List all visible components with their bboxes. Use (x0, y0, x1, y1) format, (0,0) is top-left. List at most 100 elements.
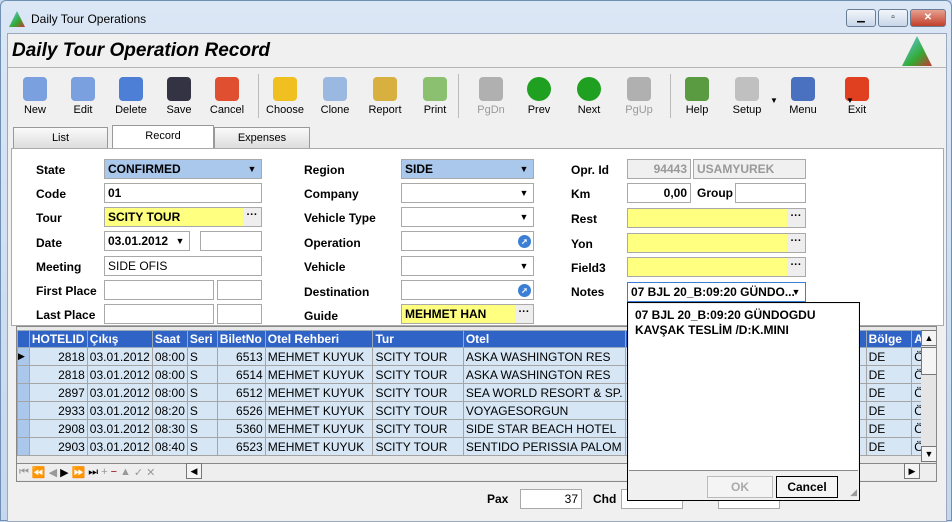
pgup-button[interactable]: PgUp (616, 74, 662, 122)
row-indicator[interactable] (17, 383, 30, 402)
grid-cell[interactable]: SCITY TOUR (372, 365, 464, 384)
grid-cell[interactable]: SENTIDO PERISSIA PALOM (462, 437, 626, 456)
menu-dropdown-icon[interactable]: ▼ (846, 96, 854, 105)
grid-cell[interactable]: DE (865, 383, 913, 402)
grid-cell[interactable]: 6526 (216, 401, 266, 420)
guide-input[interactable]: MEHMET HAN ··· (401, 304, 534, 324)
new-button[interactable]: New (12, 74, 58, 122)
navigator-button[interactable]: ▲ (120, 466, 131, 478)
prev-button[interactable]: Prev (516, 74, 562, 122)
report-button[interactable]: Report (362, 74, 408, 122)
pax-field[interactable]: 37 (520, 489, 582, 509)
grid-cell[interactable]: MEHMET KUYUK (264, 437, 374, 456)
tab-list[interactable]: List (13, 127, 108, 149)
date-picker[interactable]: 03.01.2012 ▼ (104, 231, 190, 251)
close-button[interactable]: ✕ (910, 9, 946, 27)
row-indicator[interactable] (17, 401, 30, 420)
ellipsis-button[interactable]: ··· (787, 258, 805, 276)
save-button[interactable]: Save (156, 74, 202, 122)
setup-button[interactable]: Setup (724, 74, 770, 122)
maximize-button[interactable]: ▫ (878, 9, 908, 27)
grid-cell[interactable]: S (186, 401, 218, 420)
grid-cell[interactable]: 2818 (28, 365, 88, 384)
help-button[interactable]: Help (674, 74, 720, 122)
navigator-button[interactable]: ✕ (146, 466, 155, 479)
vehicle-select[interactable]: ▼ (401, 256, 534, 276)
grid-cell[interactable]: SCITY TOUR (372, 347, 464, 366)
grid-cell[interactable]: 03.01.2012 (86, 347, 153, 366)
group-input[interactable] (735, 183, 806, 203)
cancel-button[interactable]: Cancel (776, 476, 838, 498)
grid-cell[interactable]: S (186, 419, 218, 438)
grid-cell[interactable]: 6514 (216, 365, 266, 384)
destination-input[interactable]: ➚ (401, 280, 534, 300)
row-indicator[interactable] (17, 365, 30, 384)
navigator-button[interactable]: ⏭ (88, 466, 98, 479)
grid-cell[interactable]: DE (865, 419, 913, 438)
grid-cell[interactable]: MEHMET KUYUK (264, 419, 374, 438)
first-place-input[interactable] (104, 280, 214, 300)
grid-cell[interactable]: 6512 (216, 383, 266, 402)
navigator-button[interactable]: ✓ (134, 466, 143, 479)
time-input[interactable] (200, 231, 262, 251)
row-indicator[interactable]: ▶ (17, 347, 30, 366)
navigator-button[interactable]: − (111, 466, 117, 478)
next-button[interactable]: Next (566, 74, 612, 122)
grid-cell[interactable]: SCITY TOUR (372, 419, 464, 438)
cancel-button[interactable]: Cancel (204, 74, 250, 122)
first-place-time[interactable] (217, 280, 262, 300)
navigator-button[interactable]: ◀ (49, 466, 57, 479)
grid-cell[interactable]: 6523 (216, 437, 266, 456)
grid-cell[interactable]: SIDE STAR BEACH HOTEL (462, 419, 626, 438)
edit-button[interactable]: Edit (60, 74, 106, 122)
region-select[interactable]: SIDE ▼ (401, 159, 534, 179)
operation-input[interactable]: ➚ (401, 231, 534, 251)
grid-cell[interactable]: 2908 (28, 419, 88, 438)
print-button[interactable]: Print (412, 74, 458, 122)
ellipsis-button[interactable]: ··· (243, 208, 261, 226)
field3-input[interactable]: ··· (627, 257, 806, 277)
ellipsis-button[interactable]: ··· (515, 305, 533, 323)
column-header[interactable]: Çıkış (86, 330, 153, 348)
grid-cell[interactable]: 08:30 (151, 419, 188, 438)
navigator-button[interactable]: ▶ (60, 466, 68, 479)
tab-expenses[interactable]: Expenses (214, 127, 310, 149)
grid-cell[interactable]: 03.01.2012 (86, 383, 153, 402)
pgdn-button[interactable]: PgDn (468, 74, 514, 122)
tour-input[interactable]: SCITY TOUR ··· (104, 207, 262, 227)
notes-dropdown[interactable]: 07 BJL 20_B:09:20 GÜNDO... ▼ (627, 282, 806, 302)
grid-cell[interactable]: SCITY TOUR (372, 437, 464, 456)
rest-input[interactable]: ··· (627, 208, 806, 228)
choose-button[interactable]: Choose (262, 74, 308, 122)
ellipsis-button[interactable]: ··· (787, 234, 805, 252)
scroll-down-icon[interactable]: ▼ (921, 446, 936, 462)
delete-button[interactable]: Delete (108, 74, 154, 122)
grid-cell[interactable]: MEHMET KUYUK (264, 365, 374, 384)
menu-button[interactable]: Menu (780, 74, 826, 122)
grid-cell[interactable]: S (186, 347, 218, 366)
column-header[interactable]: Seri (186, 330, 218, 348)
grid-cell[interactable]: ASKA WASHINGTON RES (462, 347, 626, 366)
scroll-up-icon[interactable]: ▲ (921, 330, 936, 346)
grid-cell[interactable]: DE (865, 347, 913, 366)
notes-memo[interactable]: 07 BJL 20_B:09:20 GÜNDOGDU KAVŞAK TESLİM… (629, 304, 858, 471)
grid-cell[interactable]: DE (865, 365, 913, 384)
column-header[interactable]: Otel Rehberi (264, 330, 374, 348)
column-header[interactable]: HOTELID (28, 330, 88, 348)
grid-cell[interactable]: ASKA WASHINGTON RES (462, 365, 626, 384)
grid-cell[interactable]: S (186, 383, 218, 402)
tab-record[interactable]: Record (112, 125, 214, 150)
meeting-input[interactable]: SIDE OFIS (104, 256, 262, 276)
vehicle-type-select[interactable]: ▼ (401, 207, 534, 227)
column-header[interactable]: Bölge (865, 330, 913, 348)
row-indicator[interactable] (17, 419, 30, 438)
grid-cell[interactable]: SCITY TOUR (372, 383, 464, 402)
company-select[interactable]: ▼ (401, 183, 534, 203)
column-header[interactable]: BiletNo (216, 330, 266, 348)
grid-cell[interactable]: S (186, 365, 218, 384)
grid-cell[interactable]: DE (865, 437, 913, 456)
state-select[interactable]: CONFIRMED ▼ (104, 159, 262, 179)
grid-cell[interactable]: 03.01.2012 (86, 419, 153, 438)
grid-cell[interactable]: 2903 (28, 437, 88, 456)
lookup-icon[interactable]: ➚ (518, 235, 531, 248)
